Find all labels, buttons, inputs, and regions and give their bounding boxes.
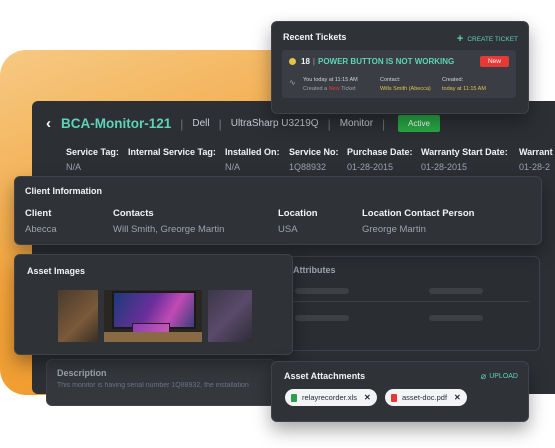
attachments-title: Asset Attachments [284,371,366,381]
back-arrow-icon[interactable]: ‹ [46,115,51,132]
attachment-chip[interactable]: relayrecorder.xls ✕ [285,389,377,406]
create-ticket-label: CREATE TICKET [467,35,518,43]
attributes-card: Attributes [280,256,540,351]
client-label: Client [25,208,52,219]
divider: | [218,116,222,131]
asset-name: BCA-Monitor-121 [61,116,172,131]
attributes-title: Attributes [293,265,336,275]
description-card: Description This monitor is having seria… [46,359,276,406]
divider: | [382,116,386,131]
warranty-end-value: 01-28-2 [519,162,551,172]
service-no-value: 1Q88932 [289,162,327,172]
model: UltraSharp U3219Q [230,118,319,129]
remove-attachment-icon[interactable]: ✕ [364,393,371,402]
internal-service-tag-field: Internal Service Tag: [128,147,216,162]
created-label: Created: [442,77,464,83]
contact-value: Wills Smith (Abecca) [380,86,431,92]
recent-tickets-title: Recent Tickets [283,32,347,42]
new-badge: New [479,56,509,67]
activity-who: You today at 11:15 AM [303,77,358,83]
create-ticket-button[interactable]: + CREATE TICKET [457,33,518,45]
attachment-name: relayrecorder.xls [302,393,358,402]
asset-header: ‹ BCA-Monitor-121 | Dell | UltraSharp U3… [46,115,440,132]
ticket-contact: Contact: Wills Smith (Abecca) [380,76,431,94]
paperclip-icon: ⌀ [480,371,487,381]
contacts-field: Contacts Will Smith, Greorge Martin [113,208,224,235]
ticket-number: 18 [301,57,310,66]
divider: | [312,57,315,66]
warranty-end-label: Warrant [519,147,553,157]
upload-label: UPLOAD [489,373,518,380]
location-label: Location [278,208,318,219]
activity-prefix: Created a [303,86,328,92]
ticket-activity: You today at 11:15 AM Created a New Tick… [303,76,358,94]
installed-on-label: Installed On: [225,147,280,157]
contact-label: Contact: [380,77,401,83]
installed-on-value: N/A [225,162,241,172]
upload-button[interactable]: ⌀ UPLOAD [481,371,518,382]
client-info-card: Client Information Client Abecca Contact… [14,176,542,245]
attachment-chip[interactable]: asset-doc.pdf ✕ [385,389,467,406]
status-badge: Active [398,115,440,132]
plus-icon: + [456,33,464,45]
service-tag-label: Service Tag: [66,147,119,157]
activity-suffix: Ticket [341,86,356,92]
location-field: Location USA [278,208,318,235]
warranty-start-value: 01-28-2015 [421,162,468,172]
location-contact-field: Location Contact Person Greorge Martin [362,208,474,235]
attribute-placeholder [429,315,483,321]
service-tag-value: N/A [66,162,82,172]
asset-images-title: Asset Images [27,266,86,276]
asset-type: Monitor [339,118,374,129]
ticket-item[interactable]: 18 | POWER BUTTON IS NOT WORKING New ∿ Y… [282,50,516,98]
asset-image-thumbnail[interactable] [208,290,252,342]
purchase-date-field: Purchase Date: 01-28-2015 [347,147,413,172]
pdf-icon [391,393,397,402]
contacts-label: Contacts [113,208,154,219]
warranty-start-label: Warranty Start Date: [421,147,508,157]
service-no-label: Service No: [289,147,339,157]
service-no-field: Service No: 1Q88932 [289,147,339,172]
purchase-date-value: 01-28-2015 [347,162,394,172]
ticket-heading: 18 | POWER BUTTON IS NOT WORKING [289,57,454,66]
manufacturer: Dell [192,118,210,129]
internal-service-tag-label: Internal Service Tag: [128,147,216,157]
location-value: USA [278,224,298,235]
purchase-date-label: Purchase Date: [347,147,413,157]
attachment-name: asset-doc.pdf [402,393,448,402]
description-text: This monitor is having serial number 1Q8… [57,382,249,389]
activity-icon: ∿ [289,78,296,87]
attribute-placeholder [429,288,483,294]
asset-image-thumbnail[interactable] [58,290,98,342]
created-value: today at 11:15 AM [442,86,486,92]
installed-on-field: Installed On: N/A [225,147,280,172]
warranty-end-field: Warrant 01-28-2 [519,147,553,172]
warranty-start-field: Warranty Start Date: 01-28-2015 [421,147,508,172]
divider [291,301,529,302]
globe-icon [289,58,296,65]
activity-text: Created a New Ticket [303,85,358,94]
client-value: Abecca [25,224,57,235]
recent-tickets-card: Recent Tickets + CREATE TICKET 18 | POWE… [271,21,529,114]
description-title: Description [57,368,107,378]
asset-image-main[interactable] [104,290,202,342]
location-contact-value: Greorge Martin [362,224,426,235]
divider: | [327,116,331,131]
attribute-placeholder [295,288,349,294]
activity-new: New [328,86,340,92]
location-contact-label: Location Contact Person [362,208,475,219]
desk-surface [104,332,202,342]
contacts-value: Will Smith, Greorge Martin [113,224,225,235]
ticket-subject: POWER BUTTON IS NOT WORKING [317,57,455,66]
client-field: Client Abecca [25,208,57,235]
divider: | [180,116,184,131]
client-info-title: Client Information [25,186,102,196]
spreadsheet-icon [291,393,297,402]
service-tag-field: Service Tag: N/A [66,147,119,172]
ticket-created: Created: today at 11:15 AM [442,76,486,94]
remove-attachment-icon[interactable]: ✕ [454,393,461,402]
attribute-placeholder [295,315,349,321]
